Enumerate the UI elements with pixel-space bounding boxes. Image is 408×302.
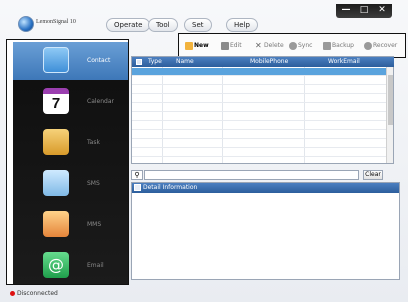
recover-label: Recover	[373, 42, 398, 49]
sidebar-item-contact[interactable]: Contact	[13, 42, 128, 80]
sidebar-item-label: Calendar	[87, 98, 114, 105]
mms-icon	[43, 211, 69, 237]
search-input[interactable]	[144, 170, 359, 180]
maximize-button[interactable]: □	[355, 4, 373, 18]
calendar-icon: 7	[43, 88, 69, 114]
scrollbar-thumb[interactable]	[388, 75, 393, 125]
sidebar: Contact 7 Calendar Task SMS MMS @ Email	[13, 42, 128, 284]
detail-title: Detail Information	[143, 184, 198, 191]
delete-icon: ✕	[255, 40, 262, 50]
sidebar-item-label: Task	[87, 139, 100, 146]
minimize-button[interactable]: —	[337, 4, 355, 18]
status-bar: Disconnected	[10, 290, 58, 297]
sync-button[interactable]: Sync	[289, 41, 312, 50]
sidebar-item-label: SMS	[87, 180, 100, 187]
contact-icon	[43, 47, 69, 73]
app-logo-icon	[18, 16, 34, 32]
backup-button[interactable]: Backup	[323, 41, 354, 50]
status-text: Disconnected	[17, 290, 58, 297]
menu-tool[interactable]: Tool	[148, 18, 178, 32]
task-icon	[43, 129, 69, 155]
table-row[interactable]	[132, 140, 387, 148]
table-scrollbar[interactable]	[386, 67, 393, 163]
close-button[interactable]: ✕	[373, 4, 391, 18]
column-header-type[interactable]: Type	[148, 57, 162, 66]
search-bar: ⚲ Clear	[131, 170, 400, 181]
menu-operate[interactable]: Operate	[106, 18, 151, 32]
column-header-workemail[interactable]: WorkEmail	[328, 57, 360, 66]
disconnected-icon	[10, 291, 15, 296]
edit-button[interactable]: Edit	[221, 41, 242, 50]
edit-label: Edit	[230, 42, 242, 49]
app-window: LemonSignal 10 Operate Tool Set Help — □…	[0, 0, 408, 302]
backup-label: Backup	[332, 42, 354, 49]
sms-icon	[43, 170, 69, 196]
delete-label: Delete	[264, 42, 284, 49]
new-button[interactable]: New	[185, 41, 209, 50]
recover-icon	[364, 41, 372, 50]
contacts-table: Type Name MobilePhone WorkEmail	[131, 56, 394, 164]
sync-icon	[289, 41, 297, 50]
sidebar-item-task[interactable]: Task	[13, 124, 128, 162]
column-header-name[interactable]: Name	[176, 57, 194, 66]
sidebar-item-label: MMS	[87, 221, 102, 228]
table-row[interactable]	[132, 77, 387, 85]
app-name: LemonSignal 10	[36, 19, 76, 25]
table-header: Type Name MobilePhone WorkEmail	[132, 57, 394, 67]
clear-button[interactable]: Clear	[363, 170, 383, 180]
sync-label: Sync	[298, 42, 313, 49]
sidebar-item-email[interactable]: @ Email	[13, 247, 128, 285]
sidebar-item-label: Email	[87, 262, 104, 269]
detail-panel: Detail Information	[131, 182, 400, 280]
table-row[interactable]	[132, 104, 387, 112]
search-icon[interactable]: ⚲	[131, 170, 143, 180]
table-row[interactable]	[132, 131, 387, 139]
detail-header: Detail Information	[132, 183, 399, 193]
recover-button[interactable]: Recover	[364, 41, 397, 50]
column-header-mobilephone[interactable]: MobilePhone	[250, 57, 288, 66]
table-row[interactable]	[132, 86, 387, 94]
detail-icon	[134, 184, 141, 191]
menu-set[interactable]: Set	[184, 18, 212, 32]
delete-button[interactable]: ✕ Delete	[255, 41, 284, 50]
new-label: New	[194, 42, 209, 49]
table-row[interactable]	[132, 68, 387, 76]
edit-icon	[221, 41, 229, 50]
toolbar: New Edit ✕ Delete Sync Backup Recover	[178, 33, 406, 58]
sidebar-item-label: Contact	[87, 57, 111, 64]
sidebar-item-sms[interactable]: SMS	[13, 165, 128, 203]
select-all-checkbox[interactable]	[136, 59, 142, 65]
email-icon: @	[43, 252, 69, 278]
backup-icon	[323, 41, 331, 50]
menu-help[interactable]: Help	[226, 18, 258, 32]
new-icon	[185, 41, 193, 50]
sidebar-item-mms[interactable]: MMS	[13, 206, 128, 244]
window-controls: — □ ✕	[336, 4, 392, 18]
table-row[interactable]	[132, 95, 387, 103]
table-row[interactable]	[132, 122, 387, 130]
table-row[interactable]	[132, 113, 387, 121]
table-row[interactable]	[132, 149, 387, 157]
sidebar-item-calendar[interactable]: 7 Calendar	[13, 83, 128, 121]
